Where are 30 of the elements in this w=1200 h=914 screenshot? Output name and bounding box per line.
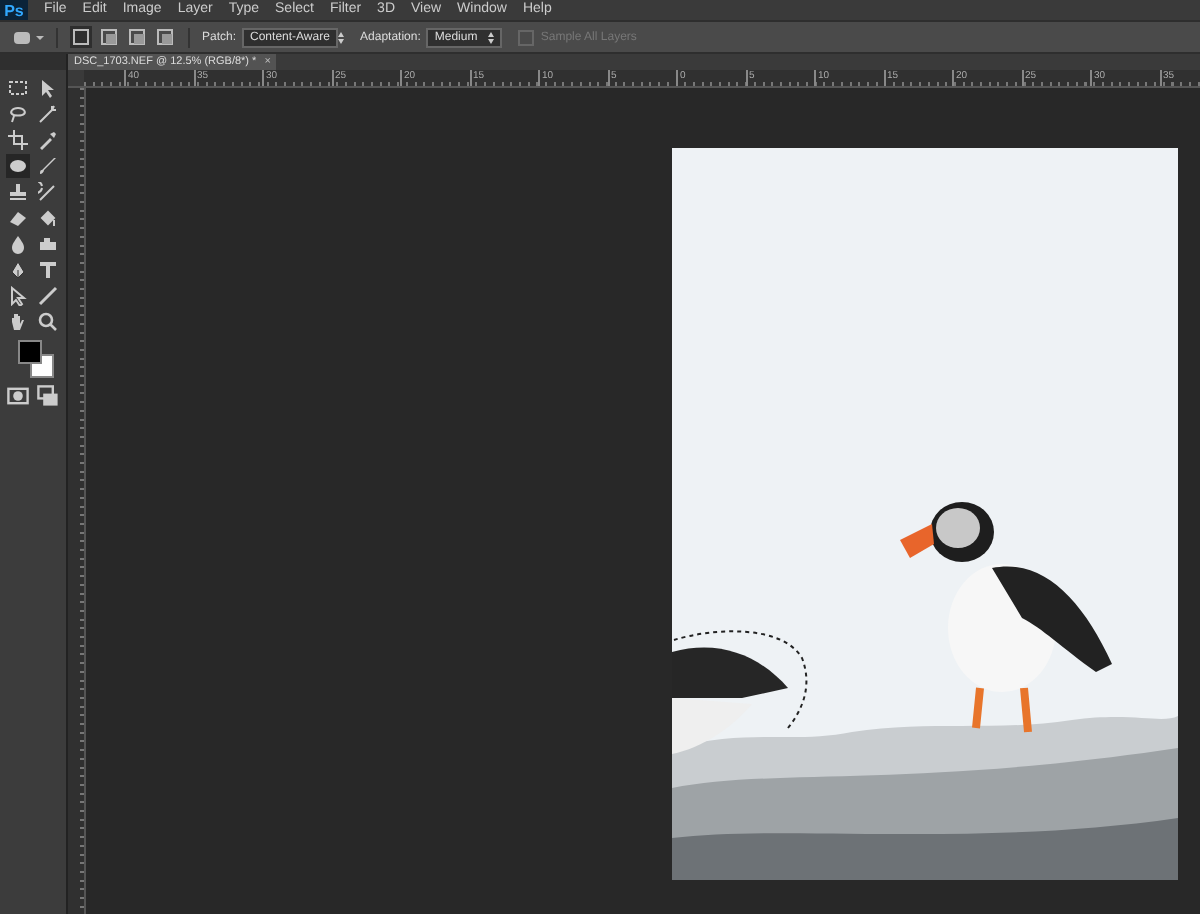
stamp-icon[interactable] <box>6 180 30 204</box>
screen-mode-icon[interactable] <box>36 384 60 408</box>
selection-outline <box>673 630 808 729</box>
tool-preset-icon[interactable] <box>12 29 44 45</box>
dodge-icon[interactable] <box>36 232 60 256</box>
selection-mode-icon[interactable] <box>126 26 148 48</box>
history-brush-icon[interactable] <box>36 180 60 204</box>
drop-icon[interactable] <box>6 232 30 256</box>
zoom-icon[interactable] <box>36 310 60 334</box>
color-swatches[interactable] <box>13 340 53 378</box>
eyedropper-icon[interactable] <box>36 128 60 152</box>
selection-mode-icon[interactable] <box>98 26 120 48</box>
marquee-icon[interactable] <box>6 76 30 100</box>
arrow-icon[interactable] <box>6 284 30 308</box>
app-logo: Ps <box>0 0 28 20</box>
eraser-icon[interactable] <box>6 206 30 230</box>
selection-mode-icon[interactable] <box>154 26 176 48</box>
quick-mask-icon[interactable] <box>6 384 30 408</box>
brush-icon[interactable] <box>36 154 60 178</box>
line-icon[interactable] <box>36 284 60 308</box>
patch-icon[interactable] <box>6 154 30 178</box>
magic-wand-icon[interactable] <box>36 102 60 126</box>
pen-icon[interactable] <box>6 258 30 282</box>
lasso-icon[interactable] <box>6 102 30 126</box>
paint-bucket-icon[interactable] <box>36 206 60 230</box>
hand-icon[interactable] <box>6 310 30 334</box>
caret-icon <box>488 31 495 43</box>
crop-icon[interactable] <box>6 128 30 152</box>
type-tool-icon[interactable] <box>36 258 60 282</box>
selection-mode-icon[interactable] <box>70 26 92 48</box>
